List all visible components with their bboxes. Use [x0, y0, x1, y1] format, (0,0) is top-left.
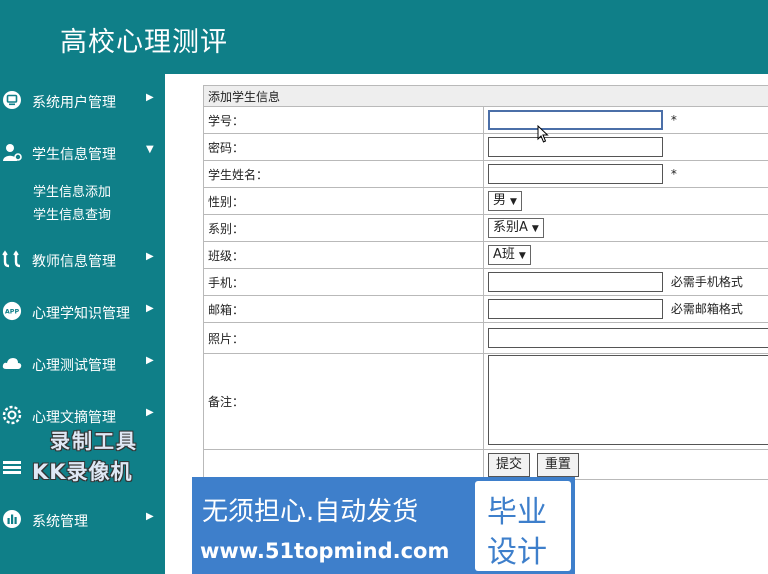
cloud-icon: [2, 353, 22, 373]
app-title: 高校心理测评: [60, 27, 228, 58]
app-badge-icon: APP: [2, 301, 22, 321]
dropdown-arrow-icon: ▼: [518, 251, 526, 261]
sidebar-item-label: 教师信息管理: [32, 254, 116, 270]
chevron-down-icon: ▼: [146, 144, 154, 155]
add-student-form: 添加学生信息 学号： * 密码： 学生姓名： * 性别： 男 ▼ 系别： 系别A…: [203, 85, 768, 480]
department-label: 系别：: [203, 214, 484, 242]
sidebar-item-label: 心理文摘管理: [32, 410, 116, 426]
form-caption: 添加学生信息: [203, 85, 768, 107]
sidebar-item-student-info[interactable]: 学生信息管理 ▼: [0, 135, 165, 169]
bar-chart-icon: [2, 509, 22, 529]
phone-input[interactable]: [488, 272, 663, 292]
sidebar-item-label: 学生信息管理: [32, 147, 116, 163]
sidebar-subitem-student-query[interactable]: 学生信息查询: [33, 204, 111, 223]
sidebar-item-psych-test[interactable]: 心理测试管理 ▶: [0, 346, 165, 380]
required-mark: *: [670, 112, 677, 127]
email-label: 邮箱：: [203, 295, 484, 323]
chevron-right-icon: ▶: [146, 251, 154, 262]
student-name-label: 学生姓名：: [203, 160, 484, 188]
chevron-right-icon: ▶: [146, 303, 154, 314]
app-badge-text: APP: [5, 309, 20, 316]
email-format-hint: 必需邮箱格式: [670, 301, 743, 316]
banner-slogan: 无须担心.自动发货: [202, 497, 419, 527]
mouse-cursor-icon: [537, 125, 549, 143]
student-no-label: 学号：: [203, 106, 484, 134]
photo-label: 照片：: [203, 322, 484, 354]
sidebar-item-label: 系统管理: [32, 514, 88, 530]
dropdown-arrow-icon: ▼: [510, 197, 517, 207]
sidebar-subitem-student-add[interactable]: 学生信息添加: [33, 181, 111, 200]
password-label: 密码：: [203, 133, 484, 161]
button-row-spacer: [203, 449, 484, 480]
chevron-right-icon: ▶: [146, 407, 154, 418]
gender-label: 性别：: [203, 187, 484, 215]
memo-textarea[interactable]: [488, 355, 768, 445]
phone-label: 手机：: [203, 268, 484, 296]
sidebar-item-teacher-info[interactable]: 教师信息管理 ▶: [0, 242, 165, 276]
teacher-icon: [2, 249, 22, 269]
memo-label: 备注：: [203, 353, 484, 450]
submit-button[interactable]: 提交: [488, 452, 531, 477]
sidebar-item-label: 系统用户管理: [32, 95, 116, 111]
sidebar-item-psych-knowledge[interactable]: APP 心理学知识管理 ▶: [0, 294, 165, 328]
chevron-right-icon: ▶: [146, 355, 154, 366]
class-label: 班级：: [203, 241, 484, 269]
gear-icon: [2, 405, 22, 425]
banner-url: www.51topmind.com: [200, 539, 450, 563]
department-selected-value: 系别A: [493, 220, 528, 235]
sidebar-item-label: 心理测试管理: [32, 358, 116, 374]
class-selected-value: A班: [493, 247, 515, 262]
sidebar: 系统用户管理 ▶ 学生信息管理 ▼ 学生信息添加 学生信息查询 教师信息管理 ▶…: [0, 74, 165, 574]
dropdown-arrow-icon: ▼: [531, 224, 539, 234]
chevron-right-icon: ▶: [146, 511, 154, 522]
department-select[interactable]: 系别A ▼: [488, 218, 544, 238]
promo-banner: 无须担心.自动发货 www.51topmind.com 毕业 设计: [192, 477, 575, 574]
layers-icon: [2, 457, 22, 477]
banner-badge: 毕业 设计: [475, 481, 571, 571]
class-select[interactable]: A班 ▼: [488, 245, 531, 265]
gender-selected-value: 男: [493, 193, 507, 208]
sidebar-item-system-manage[interactable]: 系统管理 ▶: [0, 502, 165, 536]
banner-badge-line1: 毕业: [487, 495, 547, 530]
reset-button[interactable]: 重置: [536, 452, 579, 477]
banner-badge-line2: 设计: [487, 535, 547, 570]
required-mark: *: [670, 166, 677, 181]
watermark-recorder-title: 录制工具: [50, 429, 138, 453]
student-name-input[interactable]: [488, 164, 663, 184]
app-header: 高校心理测评: [0, 0, 768, 74]
sidebar-item-system-users[interactable]: 系统用户管理 ▶: [0, 83, 165, 117]
email-input[interactable]: [488, 299, 663, 319]
monitor-user-icon: [2, 90, 22, 110]
student-icon: [2, 142, 22, 162]
gender-select[interactable]: 男 ▼: [488, 191, 522, 211]
phone-format-hint: 必需手机格式: [670, 274, 743, 289]
sidebar-item-label: 心理学知识管理: [32, 306, 130, 322]
student-no-input[interactable]: [488, 110, 663, 130]
chevron-right-icon: ▶: [146, 92, 154, 103]
password-input[interactable]: [488, 137, 663, 157]
watermark-recorder-name: KK录像机: [32, 460, 133, 484]
photo-input[interactable]: [488, 328, 768, 348]
